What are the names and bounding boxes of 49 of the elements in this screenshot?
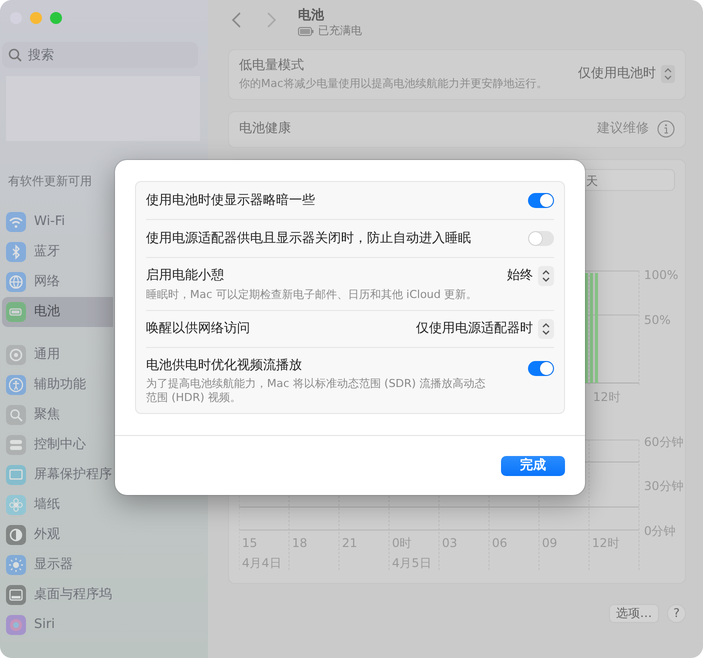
toggle-switch[interactable] [528, 231, 554, 246]
sidebar-item[interactable]: 显示器 [2, 550, 113, 580]
setting-description: 睡眠时，Mac 可以定期检查新电子邮件、日历和其他 iCloud 更新。 [146, 288, 478, 302]
sidebar-item[interactable]: 蓝牙 [2, 237, 113, 267]
toggle-switch[interactable] [528, 361, 554, 376]
popup-button[interactable]: 仅使用电源适配器时 [416, 319, 554, 339]
popup-button[interactable]: 始终 [507, 266, 554, 286]
sidebar-item[interactable]: 辅助功能 [2, 370, 113, 400]
sidebar-item[interactable]: 墙纸 [2, 490, 113, 520]
setting-label: 电池健康 [239, 120, 291, 138]
info-icon [657, 120, 675, 138]
accessibility-icon [6, 375, 26, 395]
sidebar-item[interactable]: 控制中心 [2, 430, 113, 460]
setting-label: 使用电源适配器供电且显示器关闭时，防止自动进入睡眠 [146, 230, 471, 248]
setting-label: 低电量模式 [239, 57, 305, 75]
search-icon [8, 48, 22, 62]
sidebar-item[interactable]: 聚焦 [2, 400, 113, 430]
setting-label: 唤醒以供网络访问 [146, 320, 250, 338]
sun-icon [6, 555, 26, 575]
updown-chevron-icon [538, 319, 554, 339]
low-power-popup[interactable]: 仅使用电池时 [578, 64, 675, 84]
sidebar-item[interactable]: Siri [2, 610, 113, 640]
setting-description: 为了提高电池续航能力，Mac 将以标准动态范围 (SDR) 流播放高动态范围 (HDR) 视频。 [146, 377, 486, 406]
health-status: 建议维修 [597, 120, 649, 138]
page-title: 电池 [298, 8, 325, 23]
sidebar-item[interactable]: 网络 [2, 267, 113, 297]
back-icon [231, 11, 243, 29]
sidebar-item[interactable]: 电池 [2, 297, 113, 327]
forward-icon [265, 11, 277, 29]
sidebar-item[interactable]: 屏幕保护程序 [2, 460, 113, 490]
setting-description: 你的Mac将减少电量使用以提高电池续航能力并更安静地运行。 [239, 76, 548, 92]
battery-icon [298, 26, 314, 36]
setting-label: 使用电池时使显示器略暗一些 [146, 192, 315, 210]
zoom-button[interactable] [50, 12, 62, 24]
sidebar-item[interactable]: 桌面与程序坞 [2, 580, 113, 610]
setting-label: 启用电能小憩 [146, 267, 225, 286]
done-button[interactable]: 完成 [501, 456, 565, 476]
minimize-button[interactable] [30, 12, 42, 24]
sidebar-item[interactable]: Wi-Fi [2, 207, 113, 237]
sidebar-item[interactable]: 通用 [2, 340, 113, 370]
sidebar-item[interactable]: 外观 [2, 520, 113, 550]
updown-chevron-icon [661, 65, 675, 83]
help-button[interactable]: ? [667, 604, 686, 622]
updown-chevron-icon [538, 266, 554, 286]
options-button[interactable]: 选项… [609, 604, 659, 622]
toggle-switch[interactable] [528, 193, 554, 208]
charge-status: 已充满电 [318, 23, 362, 39]
setting-label: 电池供电时优化视频流播放 [146, 356, 303, 375]
search-field[interactable]: 搜索 [2, 42, 198, 68]
